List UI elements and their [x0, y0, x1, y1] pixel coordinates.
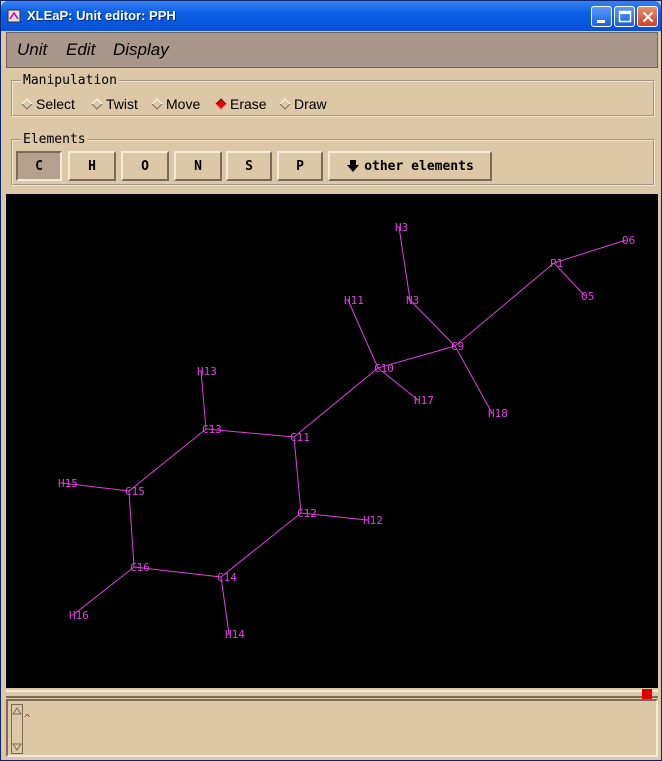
atom-label-h3[interactable]: H3	[395, 221, 408, 234]
radio-move[interactable]: Move	[151, 96, 201, 112]
elements-group: Elements C H O N S P other elements	[11, 132, 655, 186]
radio-indicator	[21, 98, 33, 110]
bond-c16-h16[interactable]	[72, 566, 135, 616]
radio-indicator	[151, 98, 163, 110]
atom-label-h12[interactable]: H12	[363, 514, 383, 527]
title-bar[interactable]: XLEaP: Unit editor: PPH	[1, 1, 661, 31]
scroll-up-icon[interactable]	[12, 706, 22, 716]
element-button-o[interactable]: O	[121, 151, 169, 181]
atom-label-o5[interactable]: O5	[581, 290, 594, 303]
bond-c9-h18[interactable]	[454, 345, 493, 414]
radio-select[interactable]: Select	[21, 96, 75, 112]
atom-label-h14[interactable]: H14	[225, 628, 245, 641]
element-button-h[interactable]: H	[68, 151, 116, 181]
radio-label: Draw	[294, 96, 327, 112]
atom-label-h16[interactable]: H16	[69, 609, 89, 622]
radio-twist[interactable]: Twist	[91, 96, 138, 112]
radio-indicator	[279, 98, 291, 110]
maximize-icon	[618, 10, 632, 23]
atom-label-h17[interactable]: H17	[414, 394, 434, 407]
atom-label-c16[interactable]: C16	[130, 561, 150, 574]
arrow-down-icon	[347, 160, 360, 172]
radio-label: Twist	[106, 96, 138, 112]
molecule-canvas[interactable]: H3 N3 P1 O6 O5 H11 C9 C10 H17 H18 H13 C13 C11 H15 C15 C…	[6, 194, 658, 688]
bond-p1-o6[interactable]	[553, 239, 627, 264]
atom-label-c14[interactable]: C14	[217, 571, 237, 584]
bond-c13-c15[interactable]	[128, 428, 207, 492]
radio-label: Erase	[230, 96, 267, 112]
atom-label-c15[interactable]: C15	[125, 485, 145, 498]
atom-label-c10[interactable]: C10	[374, 362, 394, 375]
radio-indicator	[91, 98, 103, 110]
radio-label: Select	[36, 96, 75, 112]
radio-label: Move	[166, 96, 201, 112]
bond-c13-h13[interactable]	[200, 370, 207, 430]
app-icon	[7, 9, 21, 23]
other-elements-label: other elements	[364, 158, 474, 174]
atom-label-h13[interactable]: H13	[197, 365, 217, 378]
atom-label-c11[interactable]: C11	[290, 431, 310, 444]
atom-label-n3[interactable]: N3	[406, 294, 419, 307]
bond-c10-c11[interactable]	[293, 367, 379, 438]
maximize-button[interactable]	[614, 6, 635, 27]
radio-indicator-selected	[215, 98, 227, 110]
close-icon	[642, 11, 654, 23]
elements-label: Elements	[21, 132, 88, 147]
atom-label-h11[interactable]: H11	[344, 294, 364, 307]
menu-bar: Unit Edit Display	[6, 32, 658, 68]
manipulation-group: Manipulation Select Twist Move Erase Dra…	[11, 73, 655, 117]
menu-edit[interactable]: Edit	[66, 40, 95, 60]
atom-label-h15[interactable]: H15	[58, 477, 78, 490]
atom-label-p1[interactable]: P1	[550, 257, 563, 270]
console-scrollbar[interactable]	[11, 704, 23, 754]
bond-c14-c12[interactable]	[220, 512, 302, 578]
molecule-drawing[interactable]: H3 N3 P1 O6 O5 H11 C9 C10 H17 H18 H13 C13 C11 H15 C15 C…	[6, 194, 658, 688]
radio-erase[interactable]: Erase	[215, 96, 267, 112]
menu-display[interactable]: Display	[113, 40, 169, 60]
close-button[interactable]	[637, 6, 658, 27]
command-console[interactable]: ^	[6, 699, 658, 757]
bond-c9-p1[interactable]	[454, 262, 555, 347]
other-elements-button[interactable]: other elements	[328, 151, 492, 181]
scroll-down-icon[interactable]	[12, 742, 22, 752]
bond-h3-n3[interactable]	[398, 226, 411, 301]
minimize-button[interactable]	[591, 6, 612, 27]
minimize-icon	[597, 20, 605, 23]
window-title: XLEaP: Unit editor: PPH	[27, 8, 176, 23]
unit-editor-window: XLEaP: Unit editor: PPH Unit Edit Displa…	[0, 0, 662, 761]
bond-c15-c16[interactable]	[128, 490, 135, 568]
manipulation-label: Manipulation	[21, 73, 119, 88]
element-button-c[interactable]: C	[16, 151, 62, 181]
sash-handle[interactable]	[642, 689, 652, 699]
pane-divider[interactable]	[6, 689, 658, 699]
bond-c10-h11[interactable]	[347, 299, 379, 369]
atom-label-c9[interactable]: C9	[451, 340, 464, 353]
radio-draw[interactable]: Draw	[279, 96, 327, 112]
menu-unit[interactable]: Unit	[17, 40, 47, 60]
atom-label-c13[interactable]: C13	[202, 423, 222, 436]
atom-label-h18[interactable]: H18	[488, 407, 508, 420]
bond-c14-h14[interactable]	[220, 576, 230, 635]
element-button-s[interactable]: S	[226, 151, 272, 181]
atom-label-o6[interactable]: O6	[622, 234, 635, 247]
element-button-p[interactable]: P	[277, 151, 323, 181]
console-prompt: ^	[24, 712, 31, 725]
atom-label-c12[interactable]: C12	[297, 507, 317, 520]
element-button-n[interactable]: N	[174, 151, 222, 181]
bond-c11-c12[interactable]	[293, 436, 302, 514]
